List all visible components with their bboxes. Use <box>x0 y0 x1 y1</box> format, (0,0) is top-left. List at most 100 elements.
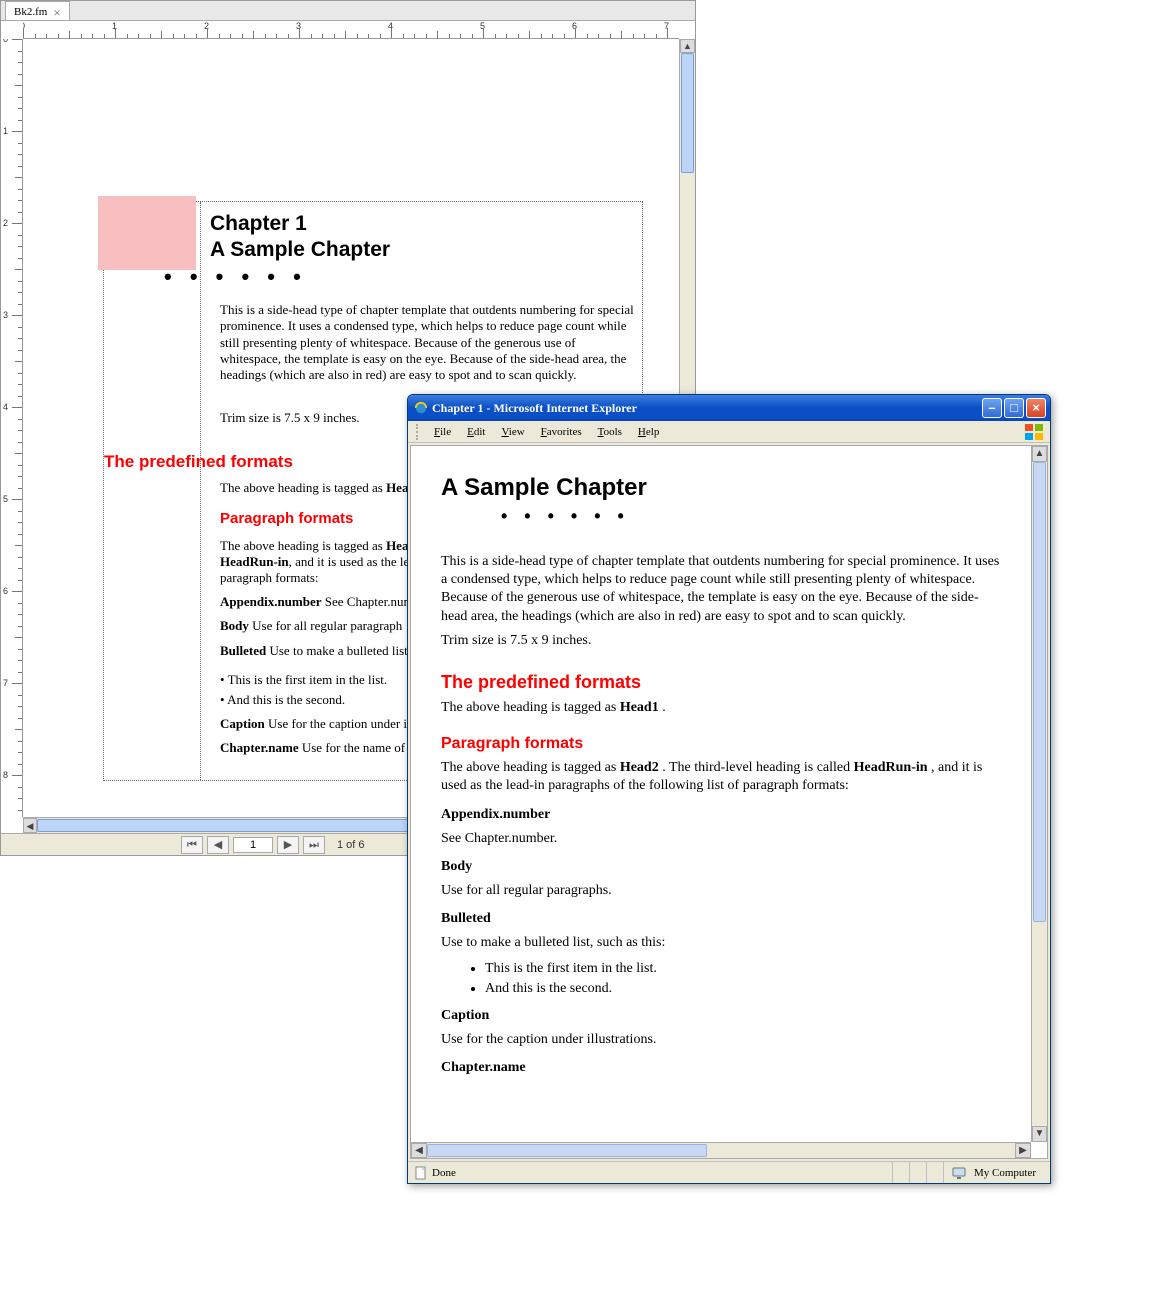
format-row: Chapter.name Use for the name of <box>220 740 407 756</box>
chapter-number: Chapter 1 <box>210 212 307 236</box>
menu-edit[interactable]: Edit <box>459 424 493 440</box>
menubar: FileEditViewFavoritesToolsHelp <box>408 421 1050 443</box>
ruler-number: 3 <box>3 310 8 320</box>
format-row: Caption Use for the caption under i <box>220 716 407 732</box>
h2-note: The above heading is tagged as Head2 . T… <box>441 759 1001 795</box>
first-page-button[interactable]: ⏮ <box>181 836 203 854</box>
ruler-number: 2 <box>3 218 8 228</box>
ruler-number: 5 <box>3 494 8 504</box>
h2-note-3: paragraph formats: <box>220 570 319 586</box>
page-title: A Sample Chapter <box>441 474 1001 502</box>
definition-term: Appendix.number <box>441 806 1001 824</box>
format-list-2: Caption Use for the caption under i Chapt… <box>220 716 407 765</box>
window-title: Chapter 1 - Microsoft Internet Explorer <box>432 401 982 416</box>
html-page[interactable]: A Sample Chapter • • • • • • This is a s… <box>411 446 1031 1142</box>
status-zone: My Computer <box>943 1162 1044 1183</box>
page-icon <box>414 1166 428 1180</box>
ruler-number: 0 <box>3 39 8 44</box>
prev-page-button[interactable]: ◀ <box>207 836 229 854</box>
minimize-button[interactable]: – <box>982 398 1002 418</box>
ruler-number: 1 <box>3 126 8 136</box>
h2-note-2: HeadRun-in, and it is used as the le <box>220 554 409 570</box>
ruler-number: 4 <box>3 402 8 412</box>
scroll-right-button[interactable]: ▶ <box>1015 1143 1031 1158</box>
page-count: 1 of 6 <box>337 839 365 851</box>
h1-note: The above heading is tagged as Hea <box>220 480 408 496</box>
h1-note: The above heading is tagged as Head1 . <box>441 699 1001 717</box>
status-cell <box>909 1162 926 1183</box>
menu-view[interactable]: View <box>493 424 532 440</box>
definition-term: Caption <box>441 1007 1001 1025</box>
maximize-button[interactable]: □ <box>1004 398 1024 418</box>
close-button[interactable]: × <box>1026 398 1046 418</box>
vertical-scrollbar[interactable]: ▲ ▼ <box>1031 446 1047 1142</box>
menu-tools[interactable]: Tools <box>590 424 630 440</box>
list-item: • And this is the second. <box>220 692 387 708</box>
document-tabbar: Bk2.fm × <box>1 1 695 21</box>
menu-help[interactable]: Help <box>630 424 667 440</box>
definition-term: Chapter.name <box>441 1059 1001 1077</box>
definition-desc: Use to make a bulleted list, such as thi… <box>441 934 1001 952</box>
window-controls: – □ × <box>982 398 1046 418</box>
page-number-input[interactable] <box>233 837 273 853</box>
definition-list-2: Caption Use for the caption under illustr… <box>441 1007 1001 1078</box>
definition-desc: Use for all regular paragraphs. <box>441 882 1001 900</box>
scroll-left-button[interactable]: ◀ <box>23 818 37 833</box>
ruler-number: 7 <box>3 678 8 688</box>
chapter-title: A Sample Chapter <box>210 238 390 262</box>
scrollbar-thumb[interactable] <box>681 53 694 173</box>
scroll-up-button[interactable]: ▲ <box>680 39 695 53</box>
ie-icon <box>414 401 428 415</box>
scrollbar-thumb[interactable] <box>427 1144 707 1157</box>
intro-paragraph: This is a side-head type of chapter temp… <box>220 302 634 383</box>
computer-icon <box>952 1166 966 1180</box>
ie-window: Chapter 1 - Microsoft Internet Explorer … <box>407 394 1051 1184</box>
vertical-ruler[interactable]: 0 1 2 3 4 5 6 7 8 <box>1 39 23 817</box>
status-cell <box>926 1162 943 1183</box>
ruler-number: 6 <box>3 586 8 596</box>
windows-logo-icon <box>1024 423 1044 441</box>
status-cell <box>892 1162 909 1183</box>
document-tab-label: Bk2.fm <box>14 6 47 18</box>
list-item: And this is the second. <box>485 981 1001 997</box>
last-page-button[interactable]: ⏭ <box>303 836 325 854</box>
definition-desc: Use for the caption under illustrations. <box>441 1031 1001 1049</box>
trim-size: Trim size is 7.5 x 9 inches. <box>220 410 360 426</box>
ruler-number: 8 <box>3 770 8 780</box>
bullet-list: • This is the first item in the list. • A… <box>220 672 387 713</box>
bullet-list: This is the first item in the list. And t… <box>485 961 1001 997</box>
highlight-block <box>98 196 196 270</box>
scroll-up-button[interactable]: ▲ <box>1032 446 1047 462</box>
definition-desc: See Chapter.number. <box>441 830 1001 848</box>
menu-file[interactable]: File <box>426 424 459 440</box>
status-text: Done <box>432 1167 456 1179</box>
format-list: Appendix.number See Chapter.num Body Use … <box>220 594 414 667</box>
horizontal-ruler[interactable]: 01234567 <box>23 21 679 39</box>
definition-term: Bulleted <box>441 910 1001 928</box>
list-item: This is the first item in the list. <box>485 961 1001 977</box>
document-tab[interactable]: Bk2.fm × <box>5 1 70 20</box>
scroll-down-button[interactable]: ▼ <box>1032 1126 1047 1142</box>
menubar-grip-icon[interactable] <box>416 424 420 440</box>
decorative-dots: • • • • • • <box>501 506 1001 527</box>
close-icon[interactable]: × <box>53 6 60 19</box>
definition-term: Body <box>441 858 1001 876</box>
h2-note-1: The above heading is tagged as Hea <box>220 538 408 554</box>
trim-size: Trim size is 7.5 x 9 inches. <box>441 632 1001 650</box>
next-page-button[interactable]: ▶ <box>277 836 299 854</box>
statusbar: Done My Computer <box>408 1161 1050 1183</box>
scrollbar-thumb[interactable] <box>1033 462 1046 922</box>
heading-1: The predefined formats <box>441 672 1001 693</box>
heading-1: The predefined formats <box>104 452 293 472</box>
content-area: A Sample Chapter • • • • • • This is a s… <box>410 445 1048 1159</box>
scroll-left-button[interactable]: ◀ <box>411 1143 427 1158</box>
list-item: • This is the first item in the list. <box>220 672 387 688</box>
format-row: Appendix.number See Chapter.num <box>220 594 414 610</box>
format-row: Body Use for all regular paragraph <box>220 618 414 634</box>
format-row: Bulleted Use to make a bulleted list <box>220 643 414 659</box>
heading-2: Paragraph formats <box>441 735 1001 753</box>
menu-favorites[interactable]: Favorites <box>533 424 590 440</box>
horizontal-scrollbar[interactable]: ◀ ▶ <box>411 1142 1031 1158</box>
intro-paragraph: This is a side-head type of chapter temp… <box>441 553 1001 626</box>
titlebar[interactable]: Chapter 1 - Microsoft Internet Explorer … <box>408 395 1050 421</box>
